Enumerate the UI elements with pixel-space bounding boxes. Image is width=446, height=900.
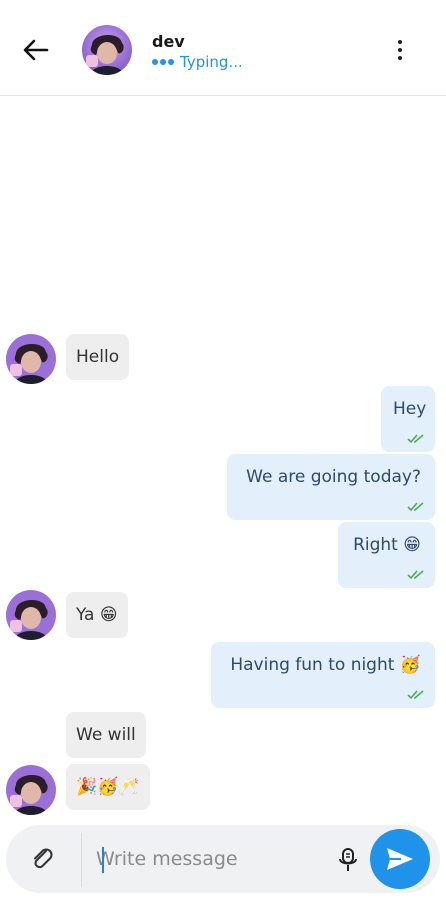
more-options-button[interactable] [390, 34, 410, 66]
typing-dots-icon [152, 59, 174, 65]
message-text: Right [353, 535, 398, 555]
arrow-left-icon [23, 39, 49, 61]
send-button[interactable] [370, 829, 430, 889]
message-text: We will [76, 725, 136, 745]
composer-divider [81, 833, 82, 887]
outgoing-message[interactable]: Having fun to night 🥳 [211, 642, 435, 708]
voice-record-button[interactable] [336, 847, 360, 873]
attach-button[interactable] [28, 845, 56, 873]
incoming-message[interactable]: 🎉🥳🥂 [66, 764, 150, 810]
outgoing-message[interactable]: Hey [381, 386, 435, 452]
message-text: Having fun to night [230, 655, 395, 675]
outgoing-message[interactable]: We are going today? [227, 454, 435, 520]
message-text: We are going today? [246, 467, 421, 487]
contact-name[interactable]: dev [152, 32, 185, 51]
outgoing-message[interactable]: Right 😁 [338, 522, 435, 588]
text-caret [102, 847, 104, 873]
chat-header: dev Typing... [0, 0, 446, 96]
typing-status: Typing... [180, 53, 243, 71]
send-icon [387, 848, 413, 870]
grin-emoji-icon: 😁 [403, 535, 421, 555]
more-vertical-icon [398, 40, 402, 60]
sender-avatar[interactable] [6, 590, 56, 640]
incoming-message[interactable]: Ya 😁 [66, 592, 128, 638]
incoming-message[interactable]: We will [66, 712, 146, 758]
double-check-icon [407, 570, 424, 580]
message-text: Hello [76, 347, 120, 367]
message-text: Ya [76, 605, 95, 625]
message-input[interactable] [96, 839, 326, 879]
message-composer [6, 825, 440, 893]
double-check-icon [407, 502, 424, 512]
incoming-message[interactable]: Hello [66, 334, 130, 380]
grin-emoji-icon: 😁 [99, 605, 118, 625]
back-button[interactable] [20, 34, 52, 66]
contact-avatar[interactable] [82, 25, 132, 75]
paperclip-icon [34, 848, 53, 869]
double-check-icon [407, 434, 424, 444]
sender-avatar[interactable] [6, 334, 56, 384]
sender-avatar[interactable] [6, 765, 56, 815]
message-text: 🎉🥳🥂 [76, 777, 140, 797]
party-face-emoji-icon: 🥳 [399, 655, 421, 675]
typing-indicator: Typing... [152, 53, 243, 71]
double-check-icon [407, 690, 424, 700]
microphone-icon [339, 848, 357, 871]
message-text: Hey [393, 399, 427, 419]
